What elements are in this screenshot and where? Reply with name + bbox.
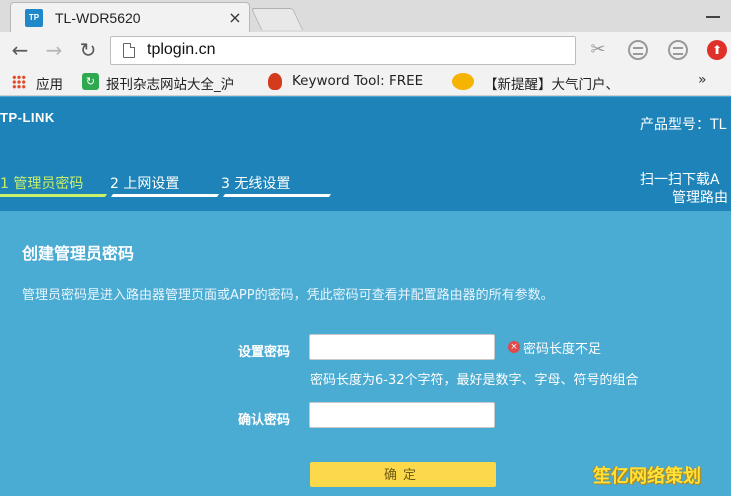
bookmark-newspapers[interactable]: 报刊杂志网站大全_沪	[106, 73, 234, 93]
page-info-icon[interactable]	[123, 43, 135, 58]
close-tab-icon[interactable]: ×	[225, 8, 245, 28]
step-internet-setup[interactable]: 2 上网设置	[110, 173, 179, 193]
bookmark-new-reminder[interactable]: 【新提醒】大气门户、	[484, 73, 619, 93]
product-model: 产品型号：TL	[640, 117, 727, 133]
address-url[interactable]: tplogin.cn	[147, 41, 216, 59]
password-hint: 密码长度为6-32个字符，最好是数字、字母、符号的组合	[310, 373, 639, 388]
bookmark-keyword-tool[interactable]: Keyword Tool: FREE	[292, 73, 423, 89]
step-progress-bar-3	[222, 194, 332, 197]
watermark: 笙亿网络策划	[593, 466, 701, 487]
apps-grid-icon[interactable]	[12, 75, 26, 89]
back-arrow-icon[interactable]: ←	[8, 38, 32, 62]
bookmark-apps[interactable]: 应用	[36, 73, 63, 93]
step-progress-bar-1	[0, 194, 108, 197]
red-upload-extension-icon[interactable]: ⬆	[707, 40, 727, 60]
tab-title: TL-WDR5620	[55, 10, 141, 26]
confirm-password-input[interactable]	[309, 402, 495, 428]
step-admin-password[interactable]: 1 管理员密码	[0, 173, 83, 193]
bookmarks-bar: 应用 ↻ 报刊杂志网站大全_沪 Keyword Tool: FREE 【新提醒】…	[0, 68, 731, 96]
scan-download-text: 扫一扫下载A	[640, 172, 720, 188]
tp-link-favicon-icon: TP	[25, 9, 43, 27]
confirm-button[interactable]: 确定	[310, 462, 496, 487]
password-label: 设置密码	[238, 345, 291, 360]
reload-icon[interactable]: ↻	[76, 38, 100, 62]
password-error-text: 密码长度不足	[523, 342, 602, 357]
tp-link-logo: TP-LINK	[0, 110, 55, 125]
confirm-password-label: 确认密码	[238, 413, 291, 428]
duck-icon	[452, 73, 474, 90]
form-description: 管理员密码是进入路由器管理页面或APP的密码，凭此密码可查看并配置路由器的所有参…	[22, 288, 554, 303]
error-icon: ×	[508, 341, 520, 353]
browser-tab[interactable]: TP TL-WDR5620 ×	[10, 2, 250, 32]
forward-arrow-icon[interactable]: →	[42, 38, 66, 62]
more-bookmarks-icon[interactable]: »	[698, 72, 707, 88]
address-bar[interactable]: tplogin.cn	[110, 36, 576, 65]
extension-icon-1[interactable]	[628, 40, 648, 60]
extension-icon-2[interactable]	[668, 40, 688, 60]
fire-icon	[268, 73, 282, 90]
step-progress-bar-2	[110, 194, 220, 197]
scissors-extension-icon[interactable]: ✂	[588, 40, 608, 60]
minimize-window-icon[interactable]	[700, 6, 724, 22]
browser-toolbar: ← → ↻ tplogin.cn ✂ ⬆	[0, 32, 731, 68]
password-form-panel: 创建管理员密码 管理员密码是进入路由器管理页面或APP的密码，凭此密码可查看并配…	[0, 211, 731, 496]
new-tab-button[interactable]	[250, 8, 304, 30]
step-wireless-setup[interactable]: 3 无线设置	[221, 173, 290, 193]
browser-titlebar: TP TL-WDR5620 ×	[0, 0, 731, 32]
router-header: TP-LINK 产品型号：TL 1 管理员密码 2 上网设置 3 无线设置 扫一…	[0, 97, 731, 222]
form-title: 创建管理员密码	[22, 244, 135, 263]
green-refresh-icon: ↻	[82, 73, 99, 90]
password-input[interactable]	[309, 334, 495, 360]
